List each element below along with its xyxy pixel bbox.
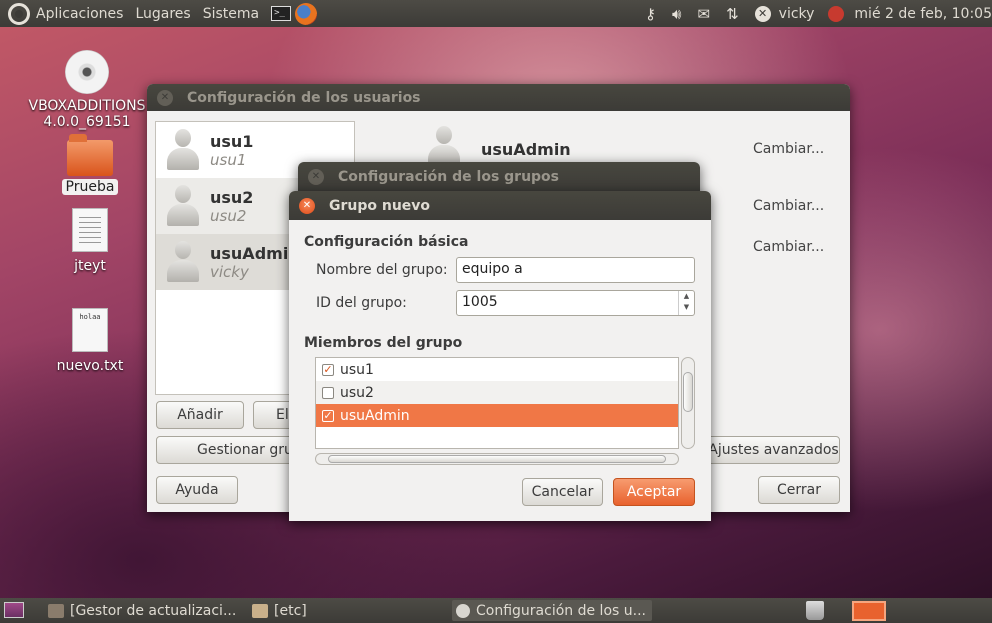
user-avatar-icon <box>166 129 200 171</box>
close-icon[interactable]: ✕ <box>157 89 173 106</box>
cancel-button[interactable]: Cancelar <box>522 478 603 506</box>
volume-icon[interactable]: 🔊︎ <box>672 5 681 23</box>
add-user-button[interactable]: Añadir <box>156 401 244 429</box>
user-name: usu2 <box>210 187 254 207</box>
group-id-label: ID del grupo: <box>316 295 407 311</box>
user-avatar-icon <box>166 185 200 227</box>
session-user-icon[interactable]: ✕ <box>754 5 771 22</box>
users-window-titlebar[interactable]: ✕ Configuración de los usuarios <box>147 84 850 111</box>
user-fullname: usu2 <box>210 206 247 225</box>
members-horizontal-scrollbar[interactable] <box>315 453 679 465</box>
network-icon[interactable]: ⇅ <box>726 5 739 23</box>
desktop-icon-label: VBOXADDITIONS <box>28 98 146 114</box>
document-icon <box>72 208 108 252</box>
taskbar-item-update-manager[interactable]: [Gestor de actualizaci... <box>44 600 240 621</box>
menu-sistema[interactable]: Sistema <box>203 6 259 22</box>
menu-aplicaciones[interactable]: Aplicaciones <box>36 6 123 22</box>
selected-user-name: usuAdmin <box>481 140 571 159</box>
text-file-icon: holaa <box>72 308 108 352</box>
groups-window-titlebar[interactable]: ✕ Configuración de los grupos <box>298 162 700 192</box>
section-heading-basic: Configuración básica <box>304 234 469 250</box>
taskbar-item-etc[interactable]: [etc] <box>248 600 438 621</box>
spinner-arrows-icon[interactable]: ▲ ▼ <box>678 291 694 315</box>
member-name: usuAdmin <box>340 407 410 424</box>
bottom-panel: [Gestor de actualizaci... [etc] Configur… <box>0 598 992 623</box>
task-label: [etc] <box>274 602 307 619</box>
desktop-icon-label: nuevo.txt <box>56 358 124 374</box>
member-checkbox[interactable]: ✓ <box>322 409 334 422</box>
desktop-icon-jteyt[interactable]: jteyt <box>55 208 125 274</box>
firefox-launcher-icon[interactable] <box>295 2 318 25</box>
member-row-usu1[interactable]: ✓ usu1 <box>316 358 678 381</box>
new-group-titlebar[interactable]: ✕ Grupo nuevo <box>289 191 711 220</box>
trash-icon[interactable] <box>806 601 824 620</box>
window-title: Configuración de los grupos <box>338 169 560 185</box>
new-group-dialog: ✕ Grupo nuevo Configuración básica Nombr… <box>289 191 711 521</box>
group-name-input[interactable]: equipo a <box>456 257 695 283</box>
close-icon[interactable]: ✕ <box>299 197 315 214</box>
terminal-launcher-icon[interactable]: >_ <box>271 6 292 21</box>
group-id-value: 1005 <box>462 294 498 310</box>
ubuntu-logo-icon[interactable] <box>8 2 30 25</box>
members-list: ✓ usu1 usu2 ✓ usuAdmin <box>315 357 679 449</box>
change-setting-link[interactable]: Cambiar... <box>753 239 824 255</box>
show-desktop-icon[interactable] <box>4 602 24 618</box>
help-button[interactable]: Ayuda <box>156 476 238 504</box>
cd-icon <box>65 50 109 94</box>
dialog-title: Grupo nuevo <box>329 197 431 214</box>
indicator-area: ⚷ 🔊︎ ✉ ⇅ ✕ vicky mié 2 de feb, 10:05 <box>645 0 992 27</box>
member-name: usu1 <box>340 361 374 378</box>
menu-lugares[interactable]: Lugares <box>135 6 190 22</box>
key-icon[interactable]: ⚷ <box>645 5 656 23</box>
group-id-spinner[interactable]: 1005 ▲ ▼ <box>456 290 695 316</box>
taskbar-item-user-settings[interactable]: Configuración de los u... <box>452 600 652 621</box>
desktop-icon-vboxadditions[interactable]: VBOXADDITIONS 4.0.0_69151 <box>22 50 152 130</box>
power-icon[interactable] <box>828 5 845 22</box>
text-file-preview: holaa <box>79 313 101 321</box>
desktop-icon-label: jteyt <box>74 258 106 274</box>
member-checkbox[interactable] <box>322 386 334 399</box>
mail-icon[interactable]: ✉ <box>698 5 711 23</box>
window-title: Configuración de los usuarios <box>187 89 421 106</box>
member-row-usu2[interactable]: usu2 <box>316 381 678 404</box>
advanced-settings-button[interactable]: Ajustes avanzados <box>707 436 840 464</box>
user-name: usu1 <box>210 131 254 151</box>
task-label: [Gestor de actualizaci... <box>70 602 237 619</box>
section-heading-members: Miembros del grupo <box>304 335 463 351</box>
user-fullname: usu1 <box>210 150 247 169</box>
group-name-label: Nombre del grupo: <box>316 262 448 278</box>
clock[interactable]: mié 2 de feb, 10:05 <box>854 6 992 22</box>
user-fullname: vicky <box>210 262 249 281</box>
user-avatar-icon <box>166 241 200 283</box>
top-panel: Aplicaciones Lugares Sistema >_ ⚷ 🔊︎ ✉ ⇅… <box>0 0 992 27</box>
task-label: Configuración de los u... <box>476 602 646 619</box>
update-manager-icon <box>48 603 64 618</box>
desktop-icon-nuevo-txt[interactable]: holaa nuevo.txt <box>50 308 130 374</box>
workspace-switcher-icon[interactable] <box>852 601 886 621</box>
change-account-type-link[interactable]: Cambiar... <box>753 198 824 214</box>
desktop-icon-label: Prueba <box>61 179 119 195</box>
member-row-usuadmin[interactable]: ✓ usuAdmin <box>316 404 678 427</box>
close-button[interactable]: Cerrar <box>758 476 840 504</box>
user-name: usuAdmin <box>210 243 300 263</box>
user-name[interactable]: vicky <box>779 6 815 22</box>
desktop-icon-label: 4.0.0_69151 <box>43 114 131 130</box>
change-password-link[interactable]: Cambiar... <box>753 141 824 157</box>
close-icon[interactable]: ✕ <box>308 169 324 185</box>
accept-button[interactable]: Aceptar <box>613 478 695 506</box>
folder-icon <box>67 134 113 176</box>
desktop-icon-prueba[interactable]: Prueba <box>55 134 125 195</box>
member-name: usu2 <box>340 384 374 401</box>
members-vertical-scrollbar[interactable] <box>681 357 695 449</box>
member-checkbox[interactable]: ✓ <box>322 363 334 376</box>
folder-icon <box>252 603 268 618</box>
user-settings-icon <box>456 603 470 618</box>
